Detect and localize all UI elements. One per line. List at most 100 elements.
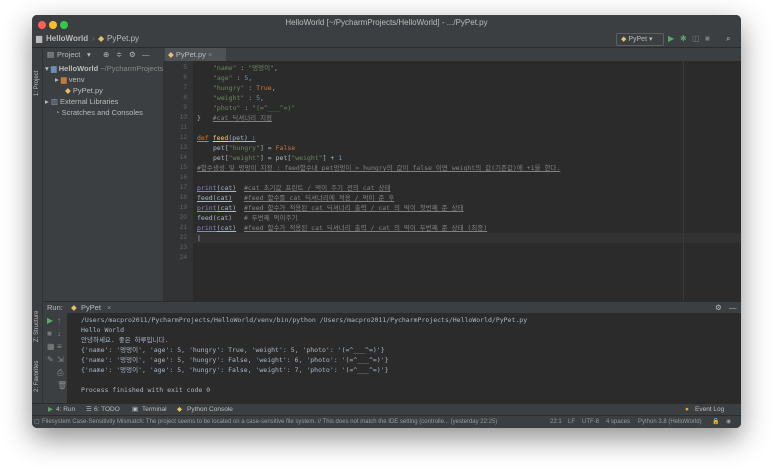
locate-icon[interactable]: ⊕ — [103, 48, 109, 61]
library-icon: ▥ — [50, 97, 58, 106]
tab-project[interactable]: 1: Project — [32, 68, 42, 118]
run-config-label: PyPet — [628, 36, 648, 43]
code-line: "name" : "멍멍이", — [213, 64, 278, 72]
coverage-icon[interactable]: ◫ — [692, 33, 700, 45]
line-number: 21 — [179, 224, 187, 231]
tree-item-scratches[interactable]: ◔ Scratches and Consoles — [55, 107, 143, 118]
tree-item-label: External Libraries — [60, 97, 119, 106]
line-number-gutter: 5 6 7 8 9 10 11 12 13 14 15 16 17 18 19 … — [163, 61, 193, 301]
folder-icon: ▆ — [60, 75, 67, 84]
tree-item-pypet[interactable]: ◆ PyPet.py — [65, 85, 103, 96]
code-editor[interactable]: "name" : "멍멍이", "age" : 5, "hungry" : Tr… — [193, 61, 741, 301]
run-config-select[interactable]: ◆ PyPet ▾ — [616, 33, 664, 46]
run-console[interactable]: /Users/macpro2011/PycharmProjects/HelloW… — [67, 313, 741, 403]
lock-icon[interactable]: 🔒 — [712, 416, 719, 428]
project-view-select[interactable]: Project — [57, 48, 80, 61]
python-file-icon: ◆ — [168, 50, 174, 59]
search-icon[interactable]: ⌕ — [726, 33, 730, 45]
code-line: "photo" : "(=^___^=)" — [213, 104, 296, 112]
window-title: HelloWorld [~/PycharmProjects/HelloWorld… — [285, 18, 488, 27]
inspector-icon[interactable]: ◉ — [726, 416, 731, 428]
line-number: 10 — [179, 114, 187, 121]
line-number: 13 — [179, 144, 187, 151]
code-line: pet["weight"] = pet["weight"] + 1 — [213, 154, 343, 162]
code-line: def feed(pet) : — [197, 134, 256, 142]
collapse-icon[interactable]: ≑ — [116, 48, 122, 61]
editor-tab-bar: ◆ PyPet.py × — [163, 48, 741, 61]
code-line: feed(cat) #feed 함수를 cat 딕셔너리에 적용 / 먹이 준 … — [197, 194, 395, 202]
chevron-down-icon: ▾ — [87, 50, 91, 59]
project-panel-header: ▤ Project ▾ ⊕ ≑ ⚙ — — [43, 48, 163, 61]
line-number: 16 — [179, 174, 187, 181]
trash-icon[interactable]: 🗑 — [57, 380, 67, 392]
code-line: } #cat 딕셔너리 지정 — [197, 114, 273, 122]
print-icon[interactable]: ⎙ — [57, 367, 63, 379]
python-interpreter[interactable]: Python 3.8 (HelloWorld) — [638, 416, 702, 428]
code-line: pet["hungry"] = False — [213, 144, 296, 152]
line-number: 23 — [179, 244, 187, 251]
editor-tab-pypet[interactable]: ◆ PyPet.py × — [165, 48, 226, 61]
line-number: 22 — [179, 234, 187, 241]
zoom-button[interactable] — [60, 21, 68, 29]
close-button[interactable] — [38, 21, 46, 29]
console-line: /Users/macpro2011/PycharmProjects/HelloW… — [81, 316, 528, 324]
tab-favorites[interactable]: 2: Favorites — [32, 361, 42, 408]
folder-icon: ▆ — [36, 34, 43, 43]
stop-icon[interactable]: ■ — [47, 328, 52, 340]
layout-icon[interactable]: ▦ — [47, 341, 55, 353]
tree-item-label: Scratches and Consoles — [61, 108, 143, 117]
indent-setting[interactable]: 4 spaces — [606, 416, 630, 428]
caret-position[interactable]: 22:1 — [550, 416, 562, 428]
scratches-icon: ◔ — [55, 108, 60, 117]
code-line: print(cat) #feed 함수가 적용된 cat 딕셔너리 출력 / c… — [197, 224, 488, 232]
up-icon[interactable]: ↑ — [57, 315, 61, 327]
right-margin-guide — [683, 61, 684, 301]
tree-item-label: HelloWorld — [58, 64, 99, 73]
current-line-highlight — [193, 233, 741, 243]
line-number: 19 — [179, 204, 187, 211]
python-icon: ◆ — [621, 36, 627, 43]
scroll-end-icon[interactable]: ⇲ — [57, 354, 64, 366]
rerun-icon[interactable]: ▶ — [47, 315, 53, 327]
code-line: "weight" : 5, — [213, 94, 264, 102]
line-number: 17 — [179, 184, 187, 191]
file-encoding[interactable]: UTF-8 — [582, 416, 599, 428]
close-icon[interactable]: × — [208, 50, 212, 59]
line-number: 11 — [180, 124, 187, 131]
status-icon: ▢ — [34, 419, 40, 425]
line-number: 20 — [179, 214, 187, 221]
hide-icon[interactable]: — — [142, 48, 150, 61]
line-separator[interactable]: LF — [568, 416, 575, 428]
down-icon[interactable]: ↓ — [57, 328, 61, 340]
console-line: {'name': '멍멍이', 'age': 5, 'hungry': Fals… — [81, 366, 389, 374]
tree-item-external-libraries[interactable]: ▸ ▥ External Libraries — [45, 96, 118, 107]
python-file-icon: ◆ — [98, 34, 105, 43]
minimize-button[interactable] — [49, 21, 57, 29]
console-line: Hello World — [81, 326, 125, 334]
gear-icon[interactable]: ⚙ — [129, 48, 136, 61]
breadcrumb-separator-icon: › — [92, 34, 95, 43]
tab-structure[interactable]: Z: Structure — [32, 311, 42, 358]
soft-wrap-icon[interactable]: ≡ — [57, 341, 62, 353]
line-number: 18 — [179, 194, 187, 201]
breadcrumb-project[interactable]: HelloWorld — [46, 31, 88, 47]
console-line: {'name': '멍멍이', 'age': 5, 'hungry': True… — [81, 346, 385, 354]
tree-item-helloworld[interactable]: ▾ ▆ HelloWorld ~/PycharmProjects/HelloWo… — [45, 63, 163, 74]
breadcrumb-file[interactable]: PyPet.py — [107, 31, 139, 47]
line-number: 7 — [183, 84, 187, 91]
run-icon[interactable]: ▶ — [668, 33, 674, 45]
line-number: 8 — [183, 94, 187, 101]
project-tree: ▾ ▆ HelloWorld ~/PycharmProjects/HelloWo… — [43, 61, 163, 301]
status-message[interactable]: Filesystem Case-Sensitivity Mismatch: Th… — [42, 416, 544, 428]
code-line: print(cat) #feed 함수가 적용된 cat 딕셔너리 출력 / c… — [197, 204, 464, 212]
tab-project-label: 1: Project — [34, 70, 40, 96]
stop-icon[interactable]: ■ — [705, 33, 710, 45]
project-icon: ▤ — [47, 50, 55, 59]
tree-item-venv[interactable]: ▸ ▆ venv — [55, 74, 85, 85]
chevron-down-icon: ▾ — [45, 64, 49, 73]
debug-icon[interactable]: ✱ — [680, 33, 687, 45]
line-number: 9 — [183, 104, 187, 111]
line-number: 5 — [183, 64, 187, 71]
pin-icon[interactable]: ✎ — [47, 354, 54, 366]
code-line: "hungry" : True, — [213, 84, 276, 92]
